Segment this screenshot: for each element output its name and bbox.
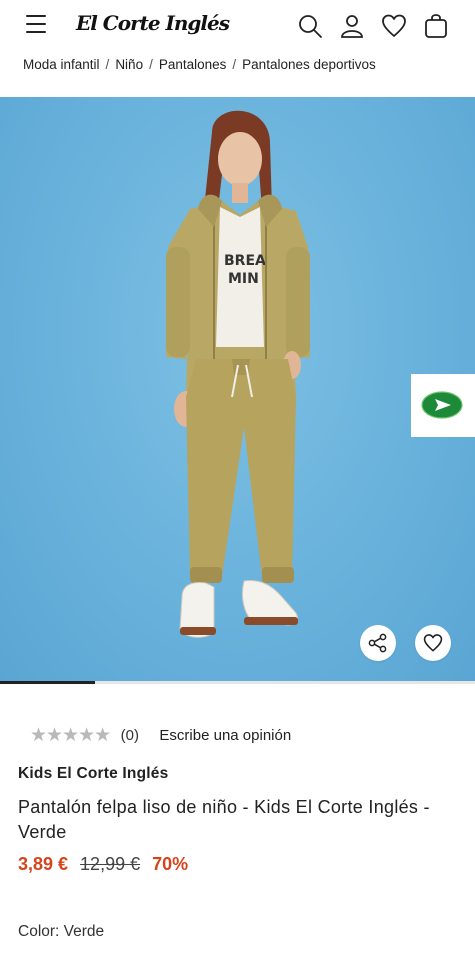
color-label: Color: xyxy=(18,923,60,940)
gallery-progress-fill xyxy=(0,681,95,684)
breadcrumb-item-nino[interactable]: Niño xyxy=(115,57,143,72)
discount-badge: 70% xyxy=(152,854,189,874)
price-current: 3,89 € xyxy=(18,854,69,874)
wishlist-button[interactable] xyxy=(415,625,451,661)
product-photo-model: BREA MIN xyxy=(166,110,310,638)
product-image[interactable]: BREA MIN xyxy=(0,97,475,684)
product-brand[interactable]: Kids El Corte Inglés xyxy=(18,765,168,783)
breadcrumb-separator: / xyxy=(149,57,153,72)
rating-row: ★★★★★ (0) Escribe una opinión xyxy=(30,724,291,746)
header: El Corte Inglés xyxy=(0,0,475,52)
store-badge-tab[interactable] xyxy=(411,374,475,437)
breadcrumb-separator: / xyxy=(232,57,237,72)
color-value: Verde xyxy=(63,923,105,940)
user-icon[interactable] xyxy=(339,13,365,39)
breadcrumb-separator: / xyxy=(105,57,110,72)
logo[interactable]: El Corte Inglés xyxy=(76,11,230,35)
svg-text:BREA: BREA xyxy=(224,253,266,269)
heart-icon xyxy=(423,634,443,652)
breadcrumb: Moda infantil / Niño / Pantalones / Pantalones… xyxy=(23,57,376,72)
gallery-progress xyxy=(0,681,475,684)
price-original: 12,99 € xyxy=(80,854,141,874)
search-icon[interactable] xyxy=(297,13,323,39)
product-title: Pantalón felpa liso de niño - Kids El Co… xyxy=(18,797,430,842)
write-review-link[interactable]: Escribe una opinión xyxy=(159,727,291,744)
color-selector-label: Color: Verde xyxy=(18,923,104,941)
rating-count: (0) xyxy=(120,726,139,744)
bag-icon[interactable] xyxy=(423,13,449,39)
svg-text:MIN: MIN xyxy=(228,271,259,287)
green-arrow-badge-icon xyxy=(421,391,463,419)
rating-stars[interactable]: ★★★★★ xyxy=(30,724,111,746)
breadcrumb-item-moda-infantil[interactable]: Moda infantil xyxy=(23,57,100,72)
breadcrumb-item-pantalones[interactable]: Pantalones xyxy=(159,57,227,72)
share-button[interactable] xyxy=(360,625,396,661)
heart-icon[interactable] xyxy=(381,13,407,39)
menu-icon[interactable] xyxy=(26,15,46,35)
share-icon xyxy=(368,633,387,653)
breadcrumb-item-pantalones-deportivos[interactable]: Pantalones deportivos xyxy=(242,57,376,72)
price-block: 3,89 € 12,99 € 70% xyxy=(18,854,188,875)
